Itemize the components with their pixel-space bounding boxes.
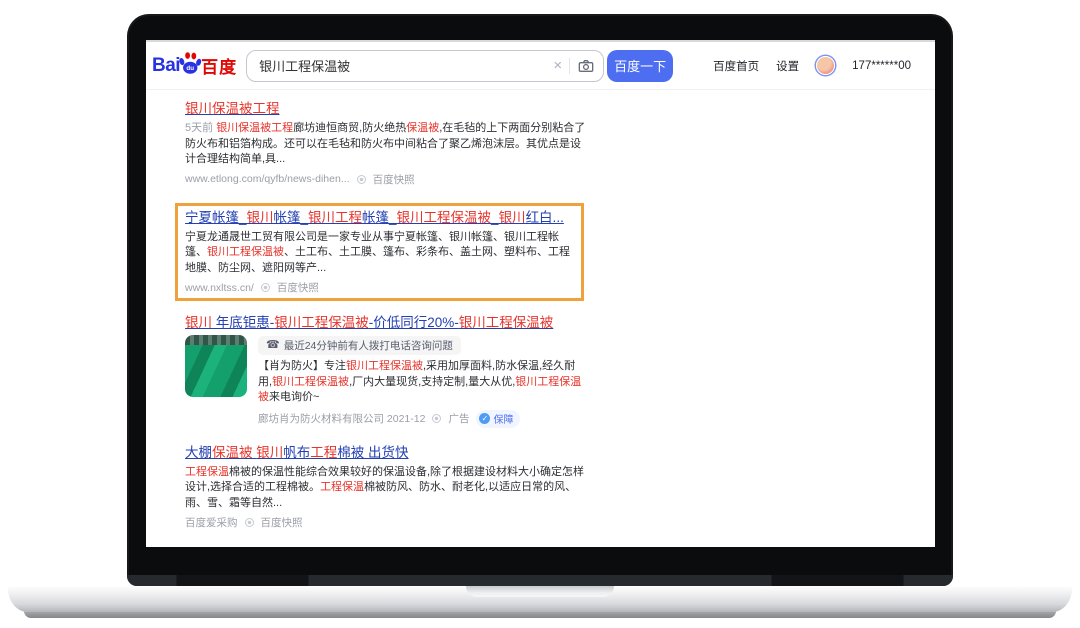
snapshot-circle-icon — [245, 518, 254, 527]
search-result: 银川 年底钜惠-银川工程保温被-价低同行20%-银川工程保温被 ☎最近24分钟前有… — [185, 314, 587, 428]
result-snippet: 5天前 银川保温被工程廊坊迪恒商贸,防火绝热保温被,在毛毡的上下两面分别粘合了防… — [185, 121, 587, 168]
search-input[interactable] — [259, 58, 546, 73]
result-body: 宁夏龙通晟世工贸有限公司是一家专业从事宁夏帐篷、银川帐篷、银川工程帐篷、银川工程… — [185, 230, 574, 296]
user-phone-number[interactable]: 177******00 — [852, 60, 911, 72]
laptop-base — [8, 586, 1072, 612]
result-body: 5天前 银川保温被工程廊坊迪恒商贸,防火绝热保温被,在毛毡的上下两面分别粘合了防… — [185, 121, 587, 187]
result-body: 工程保温棉被的保温性能综合效果较好的保温设备,除了根据建设材料大小确定怎样设计,… — [185, 465, 587, 531]
search-result: 大棚保温被 银川帆布工程棉被 出货快工程保温棉被的保温性能综合效果较好的保温设备… — [185, 444, 587, 531]
result-thumbnail[interactable] — [185, 335, 247, 397]
logo-text-bai: Bai — [152, 55, 180, 77]
result-title-link[interactable]: 大棚保温被 银川帆布工程棉被 出货快 — [185, 444, 587, 462]
search-bar: × 百度一下 — [246, 50, 673, 82]
laptop-screen-bezel: Bai du 百度 × — [127, 14, 953, 586]
result-body: ☎最近24分钟前有人拨打电话咨询问题【肖为防火】专注银川工程保温被,采用加厚面料… — [185, 335, 587, 428]
phone-icon: ☎ — [266, 340, 280, 351]
search-result: 宁夏帐篷_银川帐篷_银川工程帐篷_银川工程保温被_银川红白... 宁夏龙通晟世工贸… — [175, 203, 584, 302]
result-meta: 廊坊肖为防火材料有限公司 2021-12 广告 ✓保障 — [258, 410, 587, 428]
logo-text-cn: 百度 — [201, 53, 237, 78]
search-result: 大棚保温被 银川帆布工程棉被质量好工程保温棉被的保温性能综合效果较好的保温设备,… — [185, 546, 587, 547]
result-source: www.nxltss.cn/ — [185, 282, 254, 294]
snapshot-circle-icon — [261, 283, 270, 292]
guarantee-badge: ✓保障 — [476, 410, 520, 428]
result-snippet: 【肖为防火】专注银川工程保温被,采用加厚面料,防水保温,经久耐用,银川工程保温被… — [258, 359, 587, 406]
nav-settings[interactable]: 设置 — [776, 58, 799, 74]
clear-icon[interactable]: × — [546, 57, 569, 74]
laptop-lid-notch — [466, 586, 614, 597]
nav-baidu-home[interactable]: 百度首页 — [713, 58, 759, 74]
result-source: 百度爱采购 — [185, 515, 238, 530]
search-button[interactable]: 百度一下 — [607, 50, 673, 82]
search-result: 银川保温被工程 5天前 银川保温被工程廊坊迪恒商贸,防火绝热保温被,在毛毡的上下两… — [185, 100, 587, 187]
browser-viewport: Bai du 百度 × — [146, 40, 935, 547]
laptop-hinge — [127, 575, 953, 586]
result-content: ☎最近24分钟前有人拨打电话咨询问题【肖为防火】专注银川工程保温被,采用加厚面料… — [258, 335, 587, 428]
result-source: www.etlong.com/qyfb/news-dihen... — [185, 173, 350, 185]
cache-link[interactable]: 百度快照 — [261, 515, 303, 530]
baidu-paw-icon: du — [178, 51, 202, 75]
result-title-link[interactable]: 大棚保温被 银川帆布工程棉被质量好 — [185, 546, 587, 547]
cache-link[interactable]: 百度快照 — [373, 172, 415, 187]
camera-icon[interactable] — [578, 59, 594, 73]
result-meta: 百度爱采购 百度快照 — [185, 515, 587, 530]
search-input-box: × — [246, 50, 604, 82]
result-snippet: 宁夏龙通晟世工贸有限公司是一家专业从事宁夏帐篷、银川帐篷、银川工程帐篷、银川工程… — [185, 230, 574, 277]
input-divider — [569, 58, 570, 74]
results-list: 银川保温被工程 5天前 银川保温被工程廊坊迪恒商贸,防火绝热保温被,在毛毡的上下两… — [146, 90, 935, 547]
result-title-link[interactable]: 银川 年底钜惠-银川工程保温被-价低同行20%-银川工程保温被 — [185, 314, 587, 332]
user-avatar[interactable] — [816, 56, 835, 75]
baidu-logo[interactable]: Bai du 百度 — [152, 51, 237, 81]
phone-note: ☎最近24分钟前有人拨打电话咨询问题 — [258, 336, 461, 355]
snapshot-circle-icon — [357, 175, 366, 184]
result-source: 廊坊肖为防火材料有限公司 2021-12 — [258, 411, 425, 426]
svg-text:du: du — [187, 64, 195, 71]
result-meta: www.etlong.com/qyfb/news-dihen... 百度快照 — [185, 172, 587, 187]
check-icon: ✓ — [479, 413, 490, 424]
ad-label: 广告 — [448, 411, 469, 426]
result-title-link[interactable]: 银川保温被工程 — [185, 100, 587, 118]
result-title-link[interactable]: 宁夏帐篷_银川帐篷_银川工程帐篷_银川工程保温被_银川红白... — [185, 209, 574, 227]
header-right-nav: 百度首页 设置 177******00 — [713, 56, 911, 75]
serp-header: Bai du 百度 × — [146, 42, 935, 90]
result-meta: www.nxltss.cn/百度快照 — [185, 280, 574, 295]
laptop-mockup: Bai du 百度 × — [0, 0, 1080, 628]
result-snippet: 工程保温棉被的保温性能综合效果较好的保温设备,除了根据建设材料大小确定怎样设计,… — [185, 465, 587, 512]
cache-link[interactable]: 百度快照 — [277, 280, 319, 295]
snapshot-circle-icon — [432, 414, 441, 423]
